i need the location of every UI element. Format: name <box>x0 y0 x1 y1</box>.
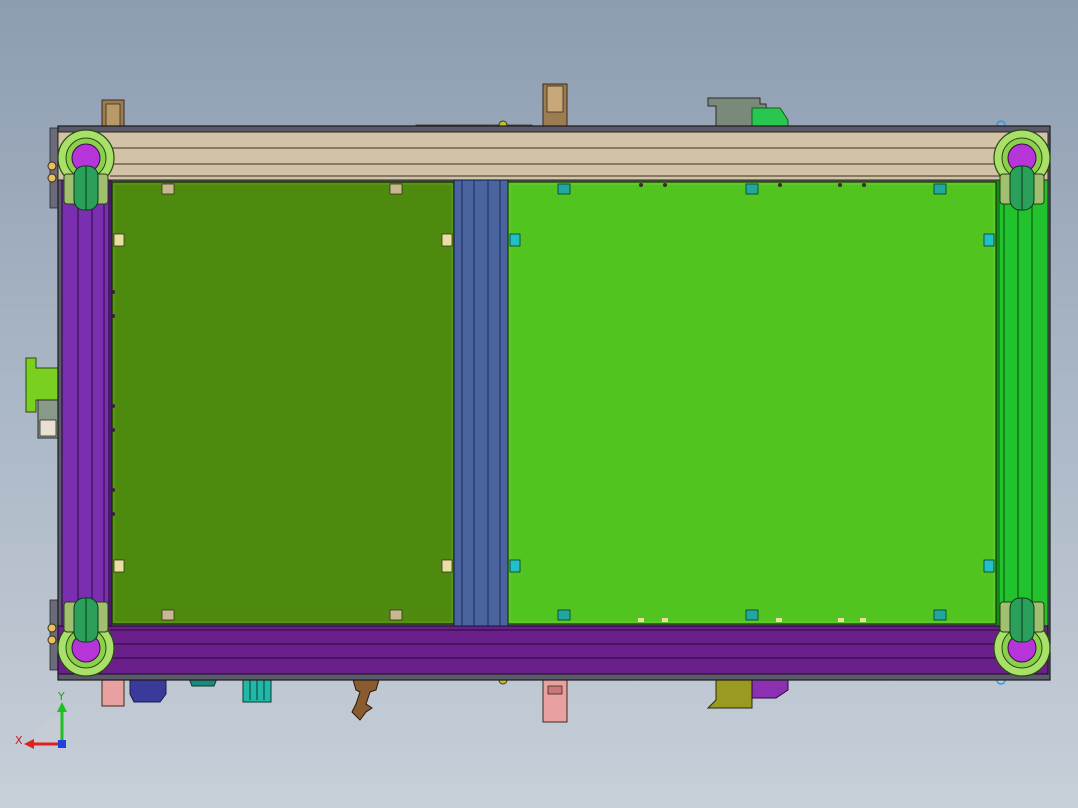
mounting-bolt-icon <box>113 559 125 573</box>
mounting-bolt-icon <box>441 559 453 573</box>
mounting-bolt-icon <box>509 233 521 247</box>
mounting-bolt-icon <box>933 609 947 621</box>
cad-3d-viewport[interactable]: Y X <box>0 0 1078 808</box>
mounting-bolt-icon <box>557 183 571 195</box>
left-panel[interactable] <box>111 181 455 625</box>
mounting-bolt-icon <box>509 559 521 573</box>
view-triad-icon[interactable]: Y X <box>15 690 67 749</box>
right-rail <box>996 179 1049 627</box>
mounting-bolt-icon <box>389 183 403 195</box>
caster-bottom-right[interactable] <box>993 597 1051 677</box>
center-divider <box>453 179 509 627</box>
triad-x-label: X <box>15 734 23 747</box>
top-brackets <box>101 83 1006 133</box>
bottom-brackets <box>101 673 1006 723</box>
model-canvas[interactable]: Y X <box>0 0 1078 808</box>
mounting-bolt-icon <box>745 609 759 621</box>
mounting-bolt-icon <box>983 559 995 573</box>
left-rail <box>61 179 112 627</box>
mounting-bolt-icon <box>933 183 947 195</box>
caster-wheel-icon <box>57 597 115 677</box>
caster-wheel-icon <box>57 129 115 211</box>
mounting-bolt-icon <box>745 183 759 195</box>
mounting-bolt-icon <box>161 609 175 621</box>
caster-top-right[interactable] <box>993 129 1051 211</box>
right-panel[interactable] <box>507 181 997 625</box>
mounting-bolt-icon <box>557 609 571 621</box>
caster-wheel-icon <box>993 597 1051 677</box>
mounting-bolt-icon <box>389 609 403 621</box>
mounting-bolt-icon <box>441 233 453 247</box>
caster-wheel-icon <box>993 129 1051 211</box>
left-side-bracket <box>25 127 61 671</box>
mounting-bolt-icon <box>113 233 125 247</box>
bottom-valve <box>351 675 381 721</box>
mounting-bolt-icon <box>983 233 995 247</box>
top-rail <box>57 131 1049 181</box>
mounting-bolt-icon <box>161 183 175 195</box>
bottom-rail <box>57 625 1049 675</box>
triad-y-label: Y <box>57 690 65 703</box>
